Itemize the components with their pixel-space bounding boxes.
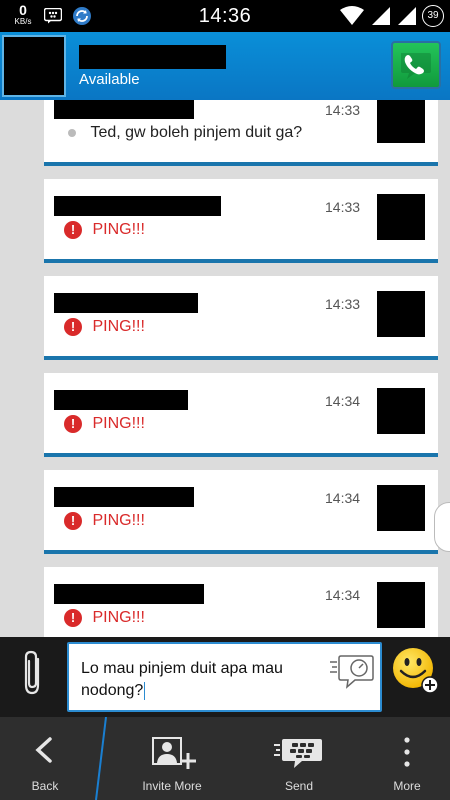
alert-icon: ! [64, 609, 82, 627]
more-button[interactable]: More [370, 717, 444, 800]
sender-avatar [377, 485, 425, 531]
paperclip-icon[interactable] [20, 649, 48, 697]
ping-text: PING!!! [92, 415, 145, 432]
chat-header: Available [0, 32, 450, 100]
sender-avatar [377, 388, 425, 434]
more-label: More [393, 779, 421, 793]
send-label: Send [284, 779, 314, 793]
scroll-handle[interactable] [434, 502, 450, 552]
sender-avatar [377, 100, 425, 143]
sender-name-redacted [54, 487, 194, 507]
sender-avatar [377, 291, 425, 337]
message-composer: Lo mau pinjem duit apa mau nodong? [0, 637, 450, 717]
unread-dot-icon [68, 129, 76, 137]
message-time: 14:33 [325, 102, 361, 118]
more-icon [404, 737, 410, 767]
message-list[interactable]: 14:33 Ted, gw boleh pinjem duit ga? 14:3… [0, 100, 450, 637]
message-input[interactable]: Lo mau pinjem duit apa mau nodong? [67, 642, 382, 712]
list-item[interactable]: 14:34 ! PING!!! [44, 567, 438, 637]
ping-text: PING!!! [92, 512, 145, 529]
wifi-icon [340, 6, 364, 25]
battery-icon: 39 [422, 5, 444, 27]
sender-avatar [377, 582, 425, 628]
phone-icon [401, 53, 431, 79]
list-item[interactable]: 14:33 ! PING!!! [44, 179, 438, 263]
send-icon [274, 739, 322, 768]
message-time: 14:34 [325, 490, 361, 506]
contact-name-redacted [79, 45, 226, 69]
alert-icon: ! [64, 221, 82, 239]
sender-name-redacted [54, 584, 204, 604]
list-item[interactable]: 14:34 ! PING!!! [44, 470, 438, 554]
message-time: 14:33 [325, 296, 361, 312]
ping-text: PING!!! [92, 318, 145, 335]
message-input-text: Lo mau pinjem duit apa mau nodong? [81, 660, 283, 699]
alert-icon: ! [64, 415, 82, 433]
send-button[interactable]: Send [250, 717, 348, 800]
back-button[interactable]: Back [0, 717, 90, 800]
contact-avatar[interactable] [2, 35, 66, 97]
timer-icon[interactable] [329, 654, 375, 690]
sender-name-redacted [54, 390, 188, 410]
sender-name-redacted [54, 293, 198, 313]
signal-icon [398, 7, 416, 25]
emoji-icon[interactable] [392, 647, 440, 695]
back-icon [35, 737, 52, 763]
divider [95, 717, 107, 800]
invite-icon [152, 737, 196, 769]
sender-name-redacted [54, 196, 221, 216]
action-bar: Back Invite More Send More [0, 717, 450, 800]
alert-icon: ! [64, 512, 82, 530]
message-time: 14:34 [325, 393, 361, 409]
message-time: 14:34 [325, 587, 361, 603]
ping-text: PING!!! [92, 609, 145, 626]
sender-avatar [377, 194, 425, 240]
back-label: Back [31, 779, 59, 793]
ping-text: PING!!! [92, 221, 145, 238]
invite-more-label: Invite More [142, 779, 202, 793]
contact-status: Available [79, 71, 140, 88]
list-item[interactable]: 14:33 Ted, gw boleh pinjem duit ga? [44, 100, 438, 166]
message-text: Ted, gw boleh pinjem duit ga? [90, 124, 303, 141]
message-time: 14:33 [325, 199, 361, 215]
list-item[interactable]: 14:33 ! PING!!! [44, 276, 438, 360]
status-bar: 0 KB/s 14:36 39 [0, 0, 450, 32]
invite-more-button[interactable]: Invite More [120, 717, 224, 800]
list-item[interactable]: 14:34 ! PING!!! [44, 373, 438, 457]
alert-icon: ! [64, 318, 82, 336]
sender-name-redacted [54, 100, 194, 119]
call-button[interactable] [391, 41, 441, 89]
text-caret [144, 681, 146, 700]
signal-icon [372, 7, 390, 25]
